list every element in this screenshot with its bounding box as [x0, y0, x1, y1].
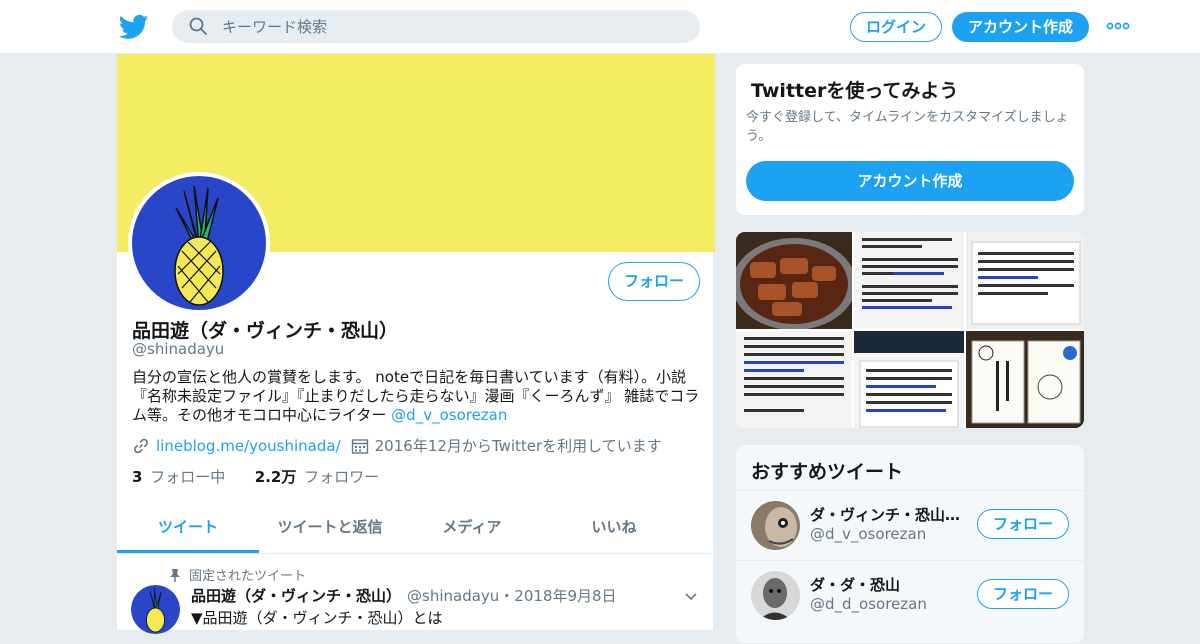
search-input[interactable] [222, 16, 682, 38]
link-icon [134, 438, 148, 453]
recommended-user-name[interactable]: ダ・ヴィンチ・恐山… [810, 504, 970, 525]
profile-handle: @shinadayu [132, 340, 225, 358]
media-thumbnail[interactable] [854, 331, 964, 428]
tweet-avatar[interactable] [131, 585, 180, 634]
login-button[interactable]: ログイン [850, 12, 942, 42]
media-thumbnail[interactable] [966, 331, 1084, 428]
followers-count: 2.2万 [254, 468, 297, 486]
top-bar: ログイン アカウント作成 [0, 0, 1200, 54]
signup-button[interactable]: アカウント作成 [952, 12, 1089, 42]
recommended-user-name[interactable]: ダ・ダ・恐山 [810, 574, 970, 595]
pineapple-avatar-icon [131, 585, 180, 634]
tweet-text: ▼品田遊（ダ・ヴィンチ・恐山）とは [191, 609, 443, 627]
media-thumbnail[interactable] [966, 232, 1084, 329]
recommended-user-handle: @d_d_osorezan [810, 595, 927, 613]
tweet-meta[interactable]: @shinadayu・2018年9月8日 [407, 587, 617, 605]
pineapple-avatar-icon [132, 176, 266, 310]
media-gallery [735, 231, 1085, 429]
pinned-label: 固定されたツイート [189, 569, 307, 584]
following-label: フォロー中 [150, 468, 226, 486]
tweet-author-name[interactable]: 品田遊（ダ・ヴィンチ・恐山） [191, 587, 401, 605]
pinned-label-row: 固定されたツイート [169, 565, 306, 584]
profile-name: 品田遊（ダ・ヴィンチ・恐山） [132, 320, 399, 342]
tweet-header: 品田遊（ダ・ヴィンチ・恐山） @shinadayu・2018年9月8日 [191, 585, 617, 606]
tab-tweets-replies[interactable]: ツイートと返信 [259, 504, 401, 553]
tab-tweets[interactable]: ツイート [117, 504, 259, 553]
media-thumbnail[interactable] [736, 331, 852, 428]
tab-media[interactable]: メディア [401, 504, 543, 553]
twitter-bird-icon[interactable] [118, 12, 150, 42]
follow-button[interactable]: フォロー [608, 262, 700, 301]
profile-bio: 自分の宣伝と他人の賞賛をします。 noteで日記を毎日書いています（有料）。小説… [132, 368, 702, 425]
signup-card-title: Twitterを使ってみよう [751, 80, 959, 102]
pinned-tweet[interactable]: 固定されたツイート 品田遊（ダ・ヴィンチ・恐山） @shinadayu・2018年… [117, 555, 715, 635]
recommended-follow-button[interactable]: フォロー [977, 579, 1069, 609]
recommended-user-handle: @d_v_osorezan [810, 525, 927, 543]
media-thumbnail[interactable] [736, 232, 852, 329]
signup-card-description: 今すぐ登録して、タイムラインをカスタマイズしましょう。 [746, 110, 1069, 144]
pin-icon [170, 568, 180, 582]
search-icon [189, 17, 207, 35]
profile-column: フォロー 品田遊（ダ・ヴィンチ・恐山） @shinadayu 自分の宣伝と他人の… [116, 54, 715, 634]
following-count: 3 [132, 468, 143, 486]
more-options-icon[interactable] [1105, 16, 1131, 36]
recommended-user-row[interactable]: ダ・ダ・恐山 @d_d_osorezan フォロー [736, 560, 1084, 630]
calendar-icon [351, 438, 368, 454]
tab-likes[interactable]: いいね [543, 504, 685, 553]
recommended-title: おすすめツイート [751, 461, 904, 483]
followers-label: フォロワー [304, 468, 380, 486]
followers-stat[interactable]: 2.2万 フォロワー [255, 468, 379, 486]
profile-stats: 3 フォロー中 2.2万 フォロワー [132, 466, 379, 487]
recommended-user-avatar[interactable] [751, 571, 800, 620]
recommended-user-avatar[interactable] [751, 501, 800, 550]
recommended-follow-button[interactable]: フォロー [977, 509, 1069, 539]
following-stat[interactable]: 3 フォロー中 [132, 468, 225, 486]
profile-website-link[interactable]: lineblog.me/youshinada/ [156, 437, 341, 455]
signup-card: Twitterを使ってみよう 今すぐ登録して、タイムラインをカスタマイズしましょ… [735, 63, 1085, 216]
bio-mention-link[interactable]: @d_v_osorezan [391, 406, 507, 424]
signup-card-button[interactable]: アカウント作成 [746, 161, 1074, 201]
chevron-down-icon[interactable] [684, 589, 698, 603]
profile-joined: 2016年12月からTwitterを利用しています [374, 437, 662, 455]
media-thumbnail[interactable] [854, 232, 964, 329]
recommended-user-row[interactable]: ダ・ヴィンチ・恐山… @d_v_osorezan フォロー [736, 490, 1084, 560]
profile-avatar[interactable] [128, 172, 270, 314]
recommended-tweets-card: おすすめツイート ダ・ヴィンチ・恐山… @d_v_osorezan フォロー ダ… [735, 444, 1085, 644]
profile-tabs: ツイート ツイートと返信 メディア いいね [117, 504, 715, 554]
profile-meta: lineblog.me/youshinada/ 2016年12月からTwitte… [132, 435, 662, 456]
